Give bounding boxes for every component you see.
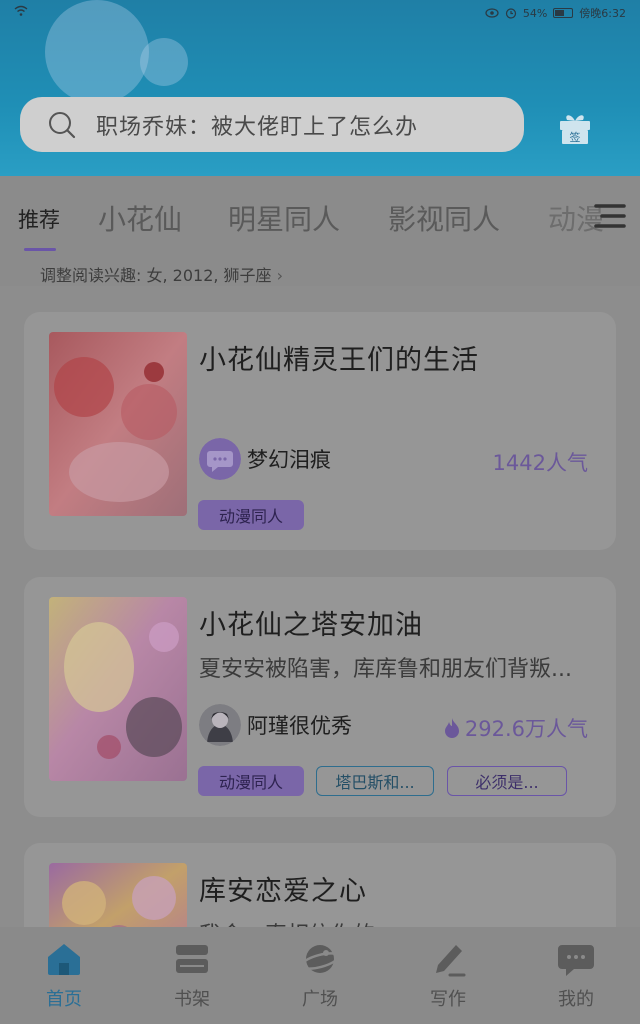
nav-home[interactable]: 首页 <box>24 939 104 1011</box>
bookshelf-icon <box>176 945 208 973</box>
reading-interest-link[interactable]: 调整阅读兴趣: 女, 2012, 狮子座 › <box>40 262 283 286</box>
book-cover <box>49 332 187 516</box>
reading-interest-text: 调整阅读兴趣: 女, 2012, 狮子座 <box>40 266 272 285</box>
search-bar[interactable]: 职场乔妹：被大佬盯上了怎么办 <box>20 97 524 152</box>
battery-percent: 54% <box>522 6 548 20</box>
tag[interactable]: 塔巴斯和... <box>316 766 434 796</box>
pen-icon <box>436 945 466 977</box>
bottom-navigation: 首页 书架 广场 写作 我的 <box>0 927 640 1024</box>
book-description: 夏安安被陷害，库库鲁和朋友们背叛... <box>199 657 572 682</box>
book-title: 库安恋爱之心 <box>199 876 367 907</box>
nav-mine[interactable]: 我的 <box>536 939 616 1011</box>
book-title: 小花仙之塔安加油 <box>199 610 423 641</box>
popularity-value: 1442人气 <box>492 451 588 475</box>
search-placeholder: 职场乔妹：被大佬盯上了怎么办 <box>96 114 419 140</box>
book-card[interactable]: 小花仙之塔安加油 夏安安被陷害，库库鲁和朋友们背叛... 阿瑾很优秀 292.6… <box>24 577 616 817</box>
gift-icon[interactable]: 签 <box>557 110 593 146</box>
eye-icon <box>485 8 499 18</box>
popularity-value: 292.6万人气 <box>464 717 588 741</box>
nav-home-label: 首页 <box>46 989 82 1010</box>
tab-film-fanfic[interactable]: 影视同人 <box>388 198 500 238</box>
tab-xiaohuaxian[interactable]: 小花仙 <box>98 198 182 238</box>
nav-write-label: 写作 <box>430 989 466 1010</box>
chevron-right-icon: › <box>276 266 284 285</box>
wifi-icon <box>14 5 28 16</box>
menu-icon[interactable] <box>592 200 628 232</box>
status-bar: 54% 傍晚6:32 <box>0 0 640 26</box>
battery-icon <box>553 8 574 18</box>
active-tab-indicator <box>24 248 56 251</box>
book-card[interactable]: 小花仙精灵王们的生活 梦幻泪痕 1442人气 动漫同人 <box>24 312 616 550</box>
header: 54% 傍晚6:32 职场乔妹：被大佬盯上了怎么办 签 <box>0 0 640 176</box>
tab-celebrity-fanfic[interactable]: 明星同人 <box>228 198 340 238</box>
book-cover <box>49 597 187 781</box>
tag[interactable]: 动漫同人 <box>198 766 304 796</box>
author-avatar <box>199 438 241 480</box>
nav-square-label: 广场 <box>302 989 338 1010</box>
status-time: 傍晚6:32 <box>579 7 626 20</box>
home-icon <box>48 944 80 975</box>
author-name: 梦幻泪痕 <box>247 448 331 472</box>
gift-label: 签 <box>570 130 581 144</box>
popularity: 1442人气 <box>493 447 588 477</box>
author-avatar <box>199 704 241 746</box>
author-name: 阿瑾很优秀 <box>247 714 352 738</box>
tab-recommend[interactable]: 推荐 <box>18 204 60 234</box>
search-icon <box>49 111 76 138</box>
book-title: 小花仙精灵王们的生活 <box>199 345 479 376</box>
popularity: 292.6万人气 <box>443 713 588 743</box>
nav-bookshelf-label: 书架 <box>174 989 210 1010</box>
flame-icon <box>444 718 459 738</box>
nav-bookshelf[interactable]: 书架 <box>152 939 232 1011</box>
chat-bubble-icon <box>558 945 594 976</box>
planet-icon <box>300 945 340 973</box>
alarm-icon <box>505 8 516 19</box>
nav-mine-label: 我的 <box>558 989 594 1010</box>
tag[interactable]: 必须是... <box>447 766 567 796</box>
decorative-bubble <box>140 38 188 86</box>
nav-write[interactable]: 写作 <box>408 939 488 1011</box>
nav-square[interactable]: 广场 <box>280 939 360 1011</box>
tag[interactable]: 动漫同人 <box>198 500 304 530</box>
